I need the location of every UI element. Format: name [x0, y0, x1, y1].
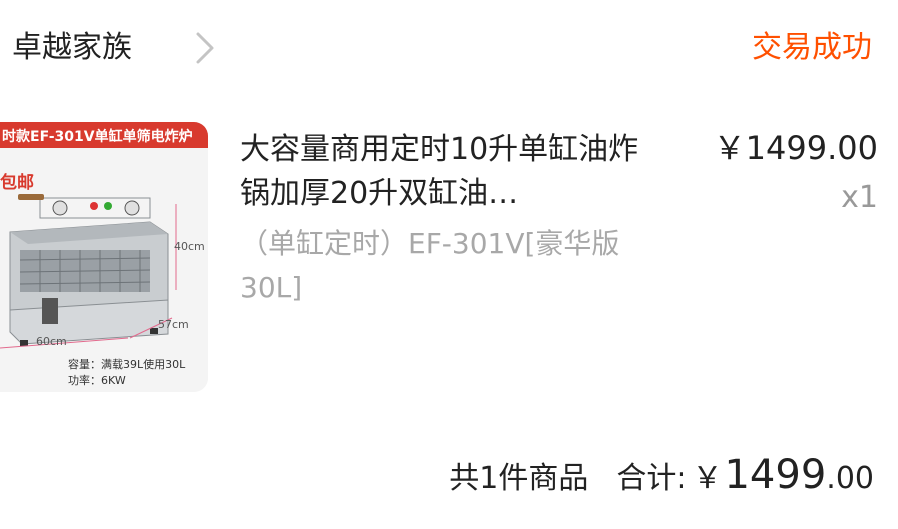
image-height-label: 40cm [174, 240, 205, 253]
total-amount-decimal: .00 [826, 461, 874, 496]
product-image[interactable]: 时款EF-301V单缸单筛电炸炉 包邮 40cm 57cm 60cm 容量：满载… [0, 122, 208, 392]
total-currency: ￥ [692, 461, 723, 496]
order-status: 交易成功 [752, 30, 872, 65]
store-header: 卓越家族 交易成功 [0, 20, 898, 76]
order-summary: 共1件商品 合计: ￥ 1499 .00 [449, 452, 874, 502]
image-banner-text: 时款EF-301V单缸单筛电炸炉 [2, 128, 193, 145]
image-power-text: 功率：6KW [68, 373, 126, 387]
product-quantity: x1 [841, 180, 878, 215]
image-capacity-text: 容量：满载39L使用30L [68, 357, 186, 371]
product-sku: （单缸定时）EF-301V[豪华版30L] [240, 227, 620, 304]
product-title[interactable]: 大容量商用定时10升单缸油炸锅加厚20升双缸油… [240, 128, 660, 216]
image-width-label: 60cm [36, 335, 67, 348]
image-depth-label: 57cm [158, 318, 189, 331]
product-price: ￥1499.00 [713, 129, 878, 167]
total-label: 合计: [616, 461, 687, 496]
item-count: 共1件商品 [449, 461, 589, 496]
chevron-right-icon[interactable] [190, 28, 218, 68]
image-promo-text: 包邮 [0, 172, 34, 193]
total-amount-integer: 1499 [724, 452, 827, 498]
store-name-link[interactable]: 卓越家族 [12, 28, 132, 68]
